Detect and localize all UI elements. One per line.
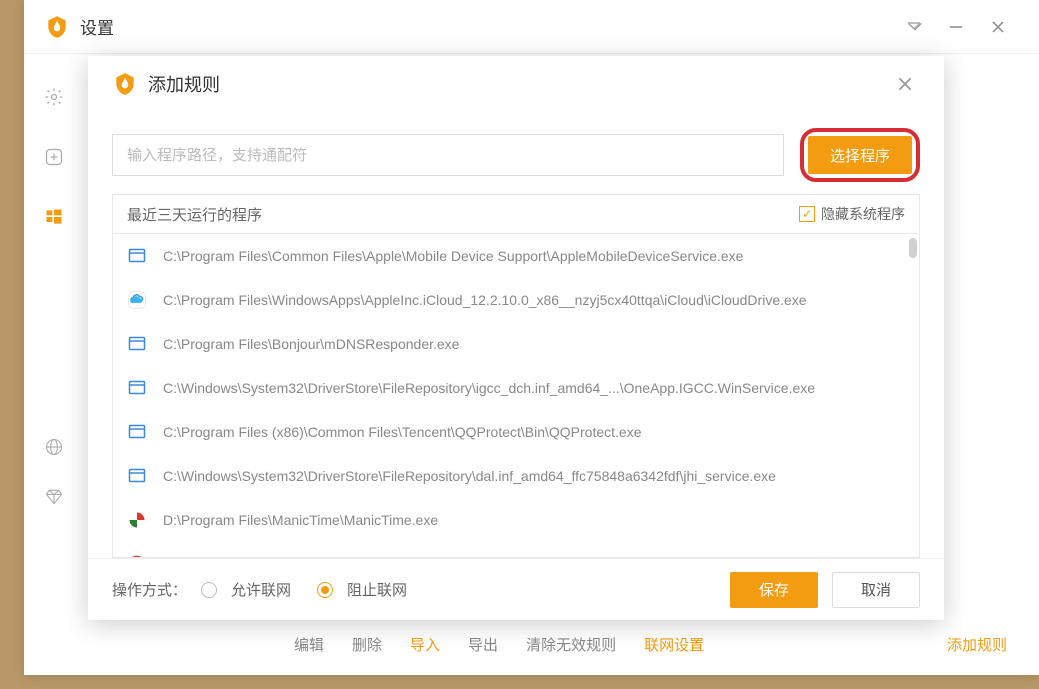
program-icon — [127, 378, 147, 398]
hide-system-checkbox[interactable]: ✓ 隐藏系统程序 — [799, 204, 905, 224]
modal-header: 添加规则 — [88, 56, 944, 112]
save-button[interactable]: 保存 — [730, 572, 818, 608]
bottom-toolbar: 编辑 删除 导入 导出 清除无效规则 联网设置 — [294, 634, 704, 655]
program-path: C:\Windows\System32\DriverStore\FileRepo… — [163, 468, 776, 484]
program-icon — [127, 334, 147, 354]
block-radio-label[interactable]: 阻止联网 — [347, 579, 407, 600]
close-window-icon[interactable] — [977, 6, 1019, 48]
toolbar-edit[interactable]: 编辑 — [294, 634, 324, 655]
program-path: C:\Program Files\WindowsApps\AppleInc.iC… — [163, 292, 807, 308]
modal-logo-icon — [112, 71, 138, 97]
list-item[interactable]: C:\Program Files (x86)\Common Files\Tenc… — [113, 410, 919, 454]
scrollbar-thumb[interactable] — [909, 238, 917, 258]
allow-radio-label[interactable]: 允许联网 — [231, 579, 291, 600]
input-row: 选择程序 — [88, 112, 944, 186]
program-icon — [127, 422, 147, 442]
add-rule-link[interactable]: 添加规则 — [947, 634, 1007, 655]
program-path: C:\Program Files\Bonjour\mDNSResponder.e… — [163, 336, 459, 352]
checkbox-icon: ✓ — [799, 206, 815, 222]
gear-icon[interactable] — [41, 84, 67, 110]
recent-header: 最近三天运行的程序 ✓ 隐藏系统程序 — [112, 194, 920, 234]
program-path: C:\Program Files\Common Files\Apple\Mobi… — [163, 248, 743, 264]
program-path: C:\Program Files\Google\Chrome\Applicati… — [163, 556, 520, 557]
list-item[interactable]: D:\Program Files\ManicTime\ManicTime.exe — [113, 498, 919, 542]
modal-title: 添加规则 — [148, 71, 890, 97]
list-item[interactable]: C:\Program Files\Google\Chrome\Applicati… — [113, 542, 919, 557]
program-path: D:\Program Files\ManicTime\ManicTime.exe — [163, 512, 438, 528]
cancel-button[interactable]: 取消 — [832, 572, 920, 608]
windows-icon[interactable] — [41, 204, 67, 230]
toolbar-net[interactable]: 联网设置 — [644, 634, 704, 655]
list-item[interactable]: C:\Program Files\Common Files\Apple\Mobi… — [113, 234, 919, 278]
program-icon — [127, 510, 147, 530]
program-list-wrap: C:\Program Files\Common Files\Apple\Mobi… — [112, 234, 920, 558]
window-title: 设置 — [80, 14, 893, 39]
select-program-button[interactable]: 选择程序 — [808, 136, 912, 174]
program-path-input[interactable] — [112, 134, 784, 176]
list-item[interactable]: C:\Windows\System32\DriverStore\FileRepo… — [113, 454, 919, 498]
plus-box-icon[interactable] — [41, 144, 67, 170]
list-item[interactable]: C:\Windows\System32\DriverStore\FileRepo… — [113, 366, 919, 410]
program-icon — [127, 290, 147, 310]
allow-radio[interactable] — [201, 582, 217, 598]
program-list: C:\Program Files\Common Files\Apple\Mobi… — [113, 234, 919, 557]
toolbar-clear[interactable]: 清除无效规则 — [526, 634, 616, 655]
block-radio[interactable] — [317, 582, 333, 598]
highlight-ring: 选择程序 — [800, 128, 920, 182]
diamond-icon[interactable] — [41, 484, 67, 510]
sidebar — [24, 54, 84, 264]
toolbar-import[interactable]: 导入 — [410, 634, 440, 655]
modal-footer: 操作方式： 允许联网 阻止联网 保存 取消 — [88, 558, 944, 620]
program-icon — [127, 246, 147, 266]
program-icon — [127, 466, 147, 486]
add-rule-modal: 添加规则 选择程序 最近三天运行的程序 ✓ 隐藏系统程序 C:\Program … — [88, 56, 944, 620]
list-item[interactable]: C:\Program Files\WindowsApps\AppleInc.iC… — [113, 278, 919, 322]
mode-label: 操作方式： — [112, 579, 187, 600]
titlebar: 设置 — [24, 0, 1039, 54]
toolbar-delete[interactable]: 删除 — [352, 634, 382, 655]
dropdown-icon[interactable] — [893, 6, 935, 48]
modal-close-icon[interactable] — [890, 69, 920, 99]
minimize-icon[interactable] — [935, 6, 977, 48]
program-icon — [127, 554, 147, 557]
list-item[interactable]: C:\Program Files\Bonjour\mDNSResponder.e… — [113, 322, 919, 366]
hide-system-label: 隐藏系统程序 — [821, 204, 905, 224]
globe-icon[interactable] — [41, 434, 67, 460]
program-path: C:\Program Files (x86)\Common Files\Tenc… — [163, 424, 642, 440]
toolbar-export[interactable]: 导出 — [468, 634, 498, 655]
app-logo-icon — [44, 14, 70, 40]
program-path: C:\Windows\System32\DriverStore\FileRepo… — [163, 380, 815, 396]
recent-label: 最近三天运行的程序 — [127, 204, 799, 225]
